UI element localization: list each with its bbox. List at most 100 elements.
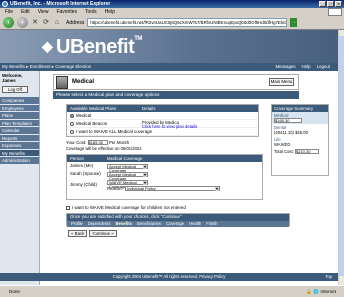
brand-name: UBenefitTM <box>56 36 142 58</box>
person-header: Person Medical Coverage <box>67 155 262 162</box>
coverage-select[interactable]: WAIVE Medical Coverage <box>107 179 148 188</box>
reason-select[interactable]: Individual Policy <box>125 185 220 191</box>
enrollment-steps: Profile Dependents Benefits Beneficiarie… <box>67 220 289 227</box>
windows-logo-icon <box>328 8 342 16</box>
window-title: UBenefit, Inc. - Microsoft Internet Expl… <box>10 1 111 7</box>
sidebar-item-plan-templates[interactable]: Plan Templates <box>0 119 39 127</box>
home-icon[interactable]: ⌂ <box>53 19 61 27</box>
coverage-summary: Coverage Summary Medical $165.30 Dental … <box>271 104 329 176</box>
person-name: James (Me) <box>70 163 94 168</box>
plans-table: Available Medical Plans Details Medical … <box>66 104 259 137</box>
person-name: Jimmy (Child) <box>70 182 97 187</box>
main-menu-button[interactable]: Main Menu <box>269 78 294 86</box>
your-cost: Your Cost: $165.30 Per Month <box>66 140 129 146</box>
address-label: Address <box>66 19 85 26</box>
breadcrumb: My Benefits ▸ Enrollment ▸ Coverage Elec… <box>0 63 338 71</box>
person-row: Jimmy (Child) WAIVE Medical Coverage Rea… <box>67 178 262 192</box>
person-coverage-table: Person Medical Coverage James (Me) Accep… <box>66 154 263 200</box>
close-button[interactable]: × <box>335 1 342 7</box>
vertical-scrollbar[interactable] <box>338 30 344 285</box>
page-header: Medical Main Menu <box>53 74 299 90</box>
page-title: Medical <box>72 79 95 85</box>
step-dependents[interactable]: Dependents <box>88 221 111 227</box>
menu-tools[interactable]: Tools <box>85 8 97 16</box>
stop-icon[interactable]: ✕ <box>31 19 39 27</box>
your-cost-label: Your Cost: <box>66 140 87 145</box>
menu-file[interactable]: File <box>5 8 13 16</box>
menu-edit[interactable]: Edit <box>21 8 30 16</box>
sidebar-item-companies[interactable]: Companies <box>0 97 39 105</box>
browser-toolbar: ‹ › ✕ ⟳ ⌂ Address https://ubenefit.ubene… <box>0 16 344 30</box>
reason-label: Reason: <box>107 186 123 191</box>
plan-radio-selected[interactable] <box>70 113 74 118</box>
plans-header-details: Details <box>142 106 156 111</box>
address-bar[interactable]: https://ubenefit.ubenefit.net/fR2vnUaUC5… <box>87 18 288 27</box>
summary-title: Coverage Summary <box>272 105 328 112</box>
minimize-button[interactable]: _ <box>319 1 326 7</box>
continue-button[interactable]: Continue » <box>89 230 117 237</box>
step-coverage[interactable]: Coverage <box>166 221 184 227</box>
menu-bar: File Edit View Favorites Tools Help <box>0 8 344 16</box>
waive-children-checkbox[interactable] <box>66 205 70 210</box>
status-text: Done <box>9 289 20 294</box>
person-header-coverage: Medical Coverage <box>107 156 143 161</box>
logout-link[interactable]: Logout <box>317 63 330 71</box>
plan-row[interactable]: I want to WAIVE ALL Medical coverage <box>67 128 258 136</box>
step-benefits[interactable]: Benefits <box>115 221 132 227</box>
messages-link[interactable]: Messages <box>276 63 296 71</box>
back-button[interactable]: « Back <box>68 230 88 237</box>
summary-item: Dental (40411.10) $45.00 <box>272 124 328 136</box>
medical-photo <box>56 76 68 89</box>
total-label: Total Cost: <box>274 149 294 154</box>
site-banner: ◆ UBenefitTM <box>0 30 338 63</box>
plan-label: Medical <box>76 113 92 118</box>
sidebar-item-expenses[interactable]: Expenses <box>0 142 39 150</box>
sidebar-item-reports[interactable]: Reports <box>0 134 39 142</box>
waive-children-option[interactable]: I want to WAIVE Medical coverage for chi… <box>66 205 186 210</box>
summary-item: Medical $165.30 <box>272 112 328 124</box>
plan-radio[interactable] <box>70 129 74 134</box>
go-arrow-icon[interactable]: → <box>290 18 298 27</box>
person-row: Sarah (Spouse) Accept Medical Coverage <box>67 170 262 180</box>
instruction-bar: Please select a Medical plan and coverag… <box>53 91 299 99</box>
menu-view[interactable]: View <box>38 8 49 16</box>
help-link[interactable]: Help <box>302 63 311 71</box>
forward-arrow-icon[interactable]: › <box>17 17 28 28</box>
step-health[interactable]: Health <box>189 221 201 227</box>
step-finish[interactable]: Finish <box>206 221 217 227</box>
sidebar-item-employees[interactable]: Employees <box>0 104 39 112</box>
step-profile[interactable]: Profile <box>71 221 83 227</box>
back-arrow-icon[interactable]: ‹ <box>3 17 14 28</box>
coverage-select[interactable]: Accept Medical Coverage <box>107 171 148 180</box>
summary-item: Life WAIVED <box>272 136 328 148</box>
sidebar-item-plans[interactable]: Plans <box>0 112 39 120</box>
sidebar-item-administration[interactable]: Administration <box>0 157 39 165</box>
your-cost-value: $165.30 <box>87 140 108 146</box>
coverage-select[interactable]: Accept Medical Coverage <box>107 163 148 172</box>
log-off-button[interactable]: Log Off <box>2 86 28 93</box>
person-header-person: Person <box>70 156 84 161</box>
plan-radio[interactable] <box>70 121 74 126</box>
plan-label: Medical Beacon <box>76 121 108 126</box>
plans-header-plan: Available Medical Plans <box>70 106 117 111</box>
waive-children-label: I want to WAIVE Medical coverage for chi… <box>72 205 186 210</box>
sidebar-item-calendar[interactable]: Calendar <box>0 127 39 135</box>
step-beneficiaries[interactable]: Beneficiaries <box>137 221 161 227</box>
top-link[interactable]: Top <box>325 273 332 281</box>
continue-panel: Once you are satisfied with your choices… <box>66 213 290 227</box>
summary-value: WAIVED <box>274 142 291 147</box>
total-value: $210.30 <box>294 149 319 155</box>
sidebar-item-my-benefits[interactable]: My Benefits <box>0 149 39 157</box>
plans-header: Available Medical Plans Details <box>67 105 258 112</box>
person-name: Sarah (Spouse) <box>70 171 101 176</box>
plan-row[interactable]: Medical Beacon Provided by Medica Click h… <box>67 120 258 128</box>
scrollbar-thumb[interactable] <box>339 36 344 276</box>
summary-value: $165.30 <box>274 118 302 123</box>
web-page: ◆ UBenefitTM My Benefits ▸ Enrollment ▸ … <box>0 30 344 285</box>
menu-help[interactable]: Help <box>105 8 115 16</box>
sidebar: Welcome, James Log Off Companies Employe… <box>0 71 40 285</box>
menu-favorites[interactable]: Favorites <box>56 8 77 16</box>
effective-date: Coverage will be effective on 05/01/2022 <box>66 146 142 151</box>
maximize-button[interactable]: □ <box>327 1 334 7</box>
refresh-icon[interactable]: ⟳ <box>42 19 50 27</box>
